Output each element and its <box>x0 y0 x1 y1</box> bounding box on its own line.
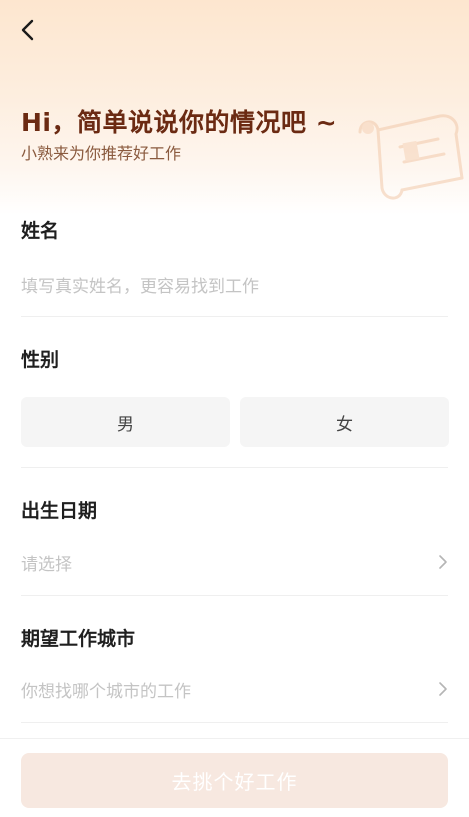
divider <box>21 722 448 723</box>
gender-female-button[interactable]: 女 <box>240 397 449 447</box>
name-placeholder: 填写真实姓名，更容易找到工作 <box>21 277 259 297</box>
birth-date-placeholder: 请选择 <box>21 555 72 575</box>
gender-field: 性别 <box>21 345 448 372</box>
name-input[interactable]: 填写真实姓名，更容易找到工作 <box>21 270 448 298</box>
birth-date-label: 出生日期 <box>21 500 98 522</box>
chevron-right-icon <box>439 555 447 569</box>
city-placeholder: 你想找哪个城市的工作 <box>21 682 191 702</box>
city-picker[interactable]: 你想找哪个城市的工作 <box>21 675 448 703</box>
submit-button[interactable]: 去挑个好工作 <box>21 753 448 808</box>
city-label: 期望工作城市 <box>21 628 136 650</box>
hero-header: Hi，简单说说你的情况吧 ~ 小熟来为你推荐好工作 <box>0 0 469 215</box>
back-button[interactable] <box>12 14 44 46</box>
page-title: Hi，简单说说你的情况吧 ~ <box>21 108 338 137</box>
resume-illustration <box>358 114 464 200</box>
bottom-bar-border <box>0 738 469 739</box>
gender-label: 性别 <box>21 349 60 371</box>
name-field: 姓名 <box>21 216 448 243</box>
chevron-left-icon <box>21 19 34 41</box>
gender-male-button[interactable]: 男 <box>21 397 230 447</box>
divider <box>21 467 448 468</box>
divider <box>21 316 448 317</box>
chevron-right-icon <box>439 682 447 696</box>
divider <box>21 595 448 596</box>
page-subtitle: 小熟来为你推荐好工作 <box>21 144 182 163</box>
birth-date-field: 出生日期 <box>21 496 448 523</box>
registration-screen: Hi，简单说说你的情况吧 ~ 小熟来为你推荐好工作 姓名 填写真实姓名，更容易找… <box>0 0 469 817</box>
city-field: 期望工作城市 <box>21 624 448 651</box>
name-label: 姓名 <box>21 220 60 242</box>
birth-date-picker[interactable]: 请选择 <box>21 548 448 576</box>
